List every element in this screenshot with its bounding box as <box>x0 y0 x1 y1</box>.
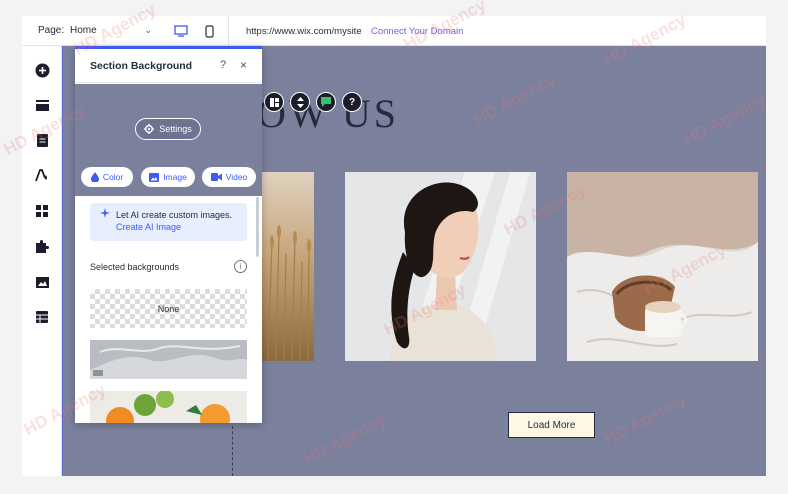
desktop-icon <box>174 25 188 37</box>
background-option-silver[interactable] <box>90 340 247 379</box>
gear-icon <box>144 124 155 134</box>
selected-backgrounds-label: Selected backgrounds <box>90 262 180 272</box>
media-icon <box>35 276 49 288</box>
move-button[interactable] <box>290 92 310 112</box>
page-select-value: Home <box>70 25 97 36</box>
apps-button[interactable] <box>32 201 52 221</box>
topbar-divider <box>228 16 229 46</box>
video-tab-label: Video <box>225 172 248 182</box>
ai-image-callout: Let AI create custom images. Create AI I… <box>90 203 247 241</box>
left-toolbar <box>22 46 62 476</box>
load-more-button[interactable]: Load More <box>508 412 595 438</box>
cms-button[interactable] <box>32 307 52 327</box>
color-tab[interactable]: Color <box>81 167 133 187</box>
layout-button[interactable] <box>264 92 284 112</box>
create-ai-image-link[interactable]: Create AI Image <box>116 222 181 232</box>
background-preview: Settings Color Image Video <box>75 84 262 196</box>
background-type-tabs: Color Image Video <box>75 161 262 195</box>
canvas-left-guide <box>62 46 63 476</box>
section-background-panel: Section Background ? × Settings Color Im… <box>75 46 262 423</box>
drop-icon <box>90 172 99 182</box>
add-icon <box>35 63 49 77</box>
info-icon[interactable]: i <box>234 260 247 273</box>
page-select[interactable]: Home ⌄ <box>70 20 152 42</box>
chevron-down-icon: ⌄ <box>144 25 152 35</box>
image-tab-label: Image <box>163 172 187 182</box>
settings-label: Settings <box>159 124 192 134</box>
none-label: None <box>157 303 180 314</box>
sparkle-icon <box>100 208 110 218</box>
site-url: https://www.wix.com/mysite <box>246 26 362 37</box>
citrus-fruit-image <box>90 391 247 423</box>
pages-icon <box>36 133 48 147</box>
add-section-button[interactable] <box>32 95 52 115</box>
mobile-view-button[interactable] <box>198 20 220 42</box>
background-option-none[interactable]: None <box>90 289 247 328</box>
add-elements-button[interactable] <box>32 60 52 80</box>
media-button[interactable] <box>32 272 52 292</box>
comment-icon <box>321 97 331 107</box>
business-apps-button[interactable] <box>32 236 52 256</box>
close-icon[interactable]: × <box>240 58 247 72</box>
table-icon <box>36 311 48 323</box>
silver-texture-image <box>90 340 247 379</box>
theme-button[interactable] <box>32 165 52 185</box>
image-tab[interactable]: Image <box>141 167 195 187</box>
help-icon[interactable]: ? <box>220 59 226 71</box>
gallery-image-wheat[interactable] <box>262 172 314 361</box>
move-icon <box>296 96 304 108</box>
gallery-image-coffee[interactable] <box>567 172 758 361</box>
help-button[interactable]: ? <box>342 92 362 112</box>
panel-title: Section Background <box>90 60 193 72</box>
theme-icon <box>35 168 47 181</box>
panel-header: Section Background ? × <box>75 49 262 83</box>
woman-portrait-image <box>345 172 536 361</box>
wheat-field-image <box>262 172 314 361</box>
gallery-image-woman[interactable] <box>345 172 536 361</box>
page-label: Page: <box>38 25 65 36</box>
color-tab-label: Color <box>102 172 124 182</box>
connect-domain-link[interactable]: Connect Your Domain <box>371 26 463 37</box>
top-bar: Page: Home ⌄ https://www.wix.com/mysite … <box>22 16 766 46</box>
background-option-citrus[interactable] <box>90 391 247 423</box>
image-icon <box>149 172 160 182</box>
question-icon: ? <box>348 96 356 108</box>
ai-text: Let AI create custom images. <box>116 210 233 220</box>
section-guide-line <box>232 426 233 476</box>
coffee-bed-image <box>567 172 758 361</box>
pages-button[interactable] <box>32 130 52 150</box>
desktop-view-button[interactable] <box>170 20 192 42</box>
apps-icon <box>36 205 48 217</box>
comment-button[interactable] <box>316 92 336 112</box>
panel-scrollbar[interactable] <box>256 197 259 257</box>
mobile-icon <box>204 24 214 38</box>
video-icon <box>210 173 222 181</box>
layout-icon <box>269 97 279 107</box>
sections-icon <box>35 99 49 111</box>
video-tab[interactable]: Video <box>202 167 256 187</box>
settings-button[interactable]: Settings <box>135 118 201 140</box>
puzzle-icon <box>35 239 49 253</box>
